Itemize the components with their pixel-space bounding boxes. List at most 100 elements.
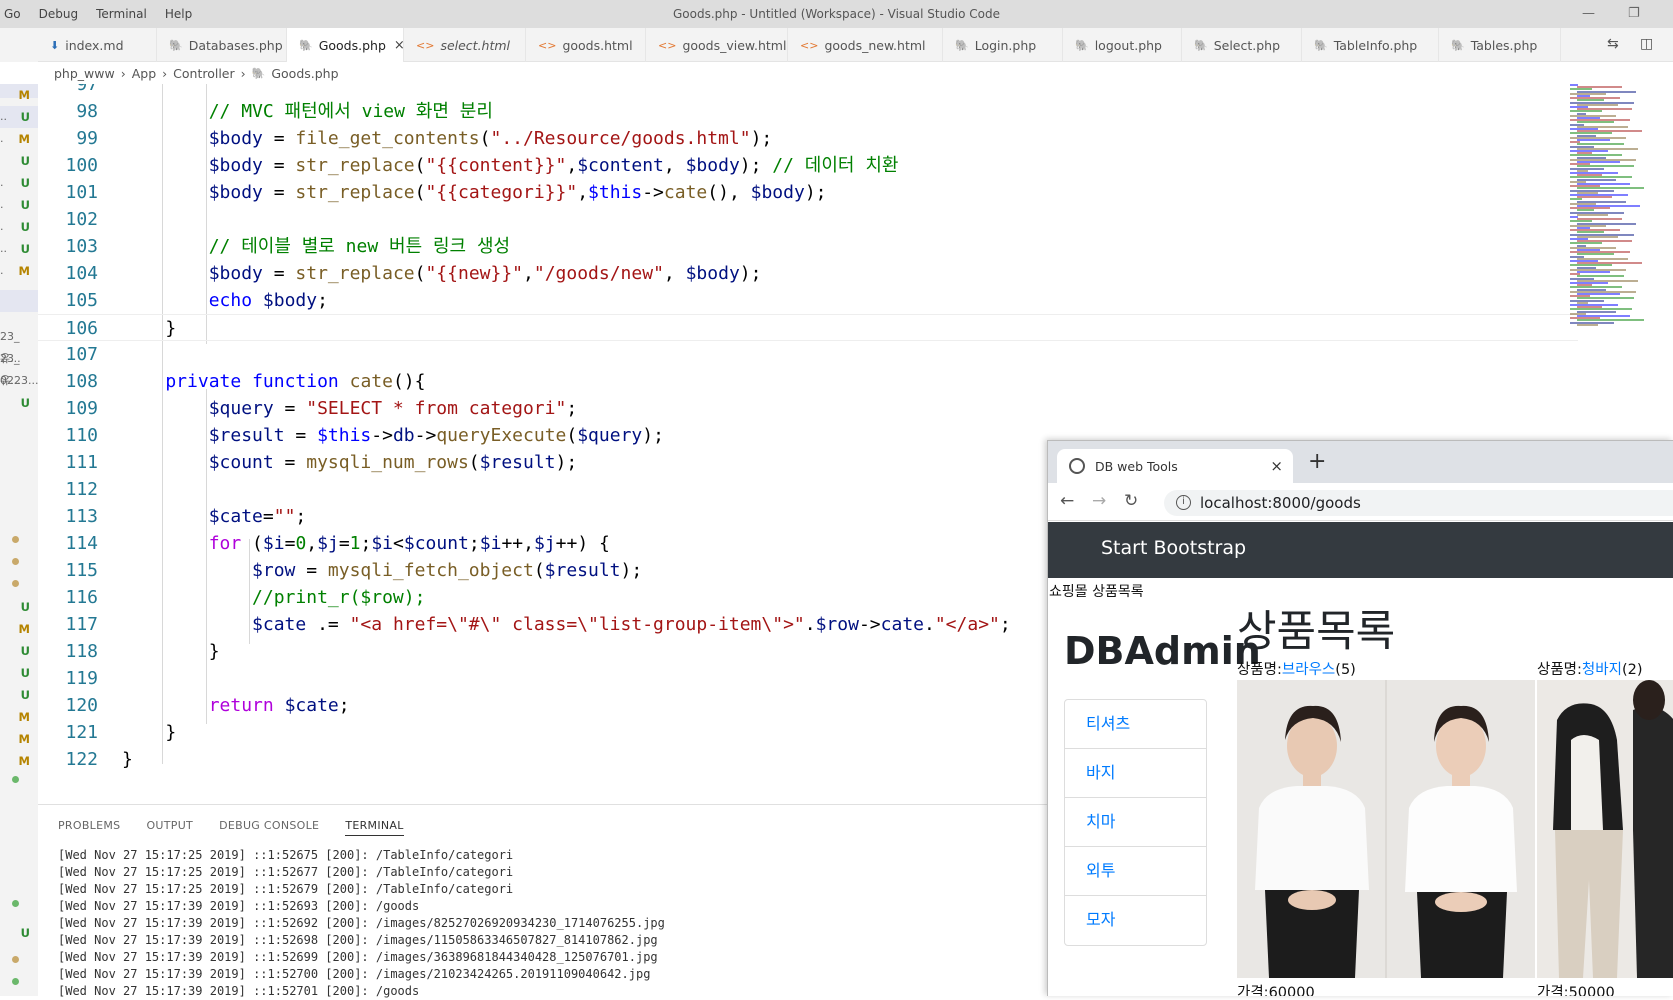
file-name-fragment: . [0,264,4,277]
explorer-file-row[interactable]: .. U [0,238,38,260]
line-number: 113 [65,506,98,527]
git-status-dot [12,956,19,963]
tab-output[interactable]: OUTPUT [146,819,193,836]
explorer-file-row[interactable]: U [0,596,38,618]
page-content: 쇼핑몰 상품목록 DBAdmin 티셔츠 바지 치마 외투 모자 상품목록 상품명:브라… [1048,578,1673,996]
file-name-fragment: .. [0,110,7,123]
category-list-item[interactable]: 치마 [1065,798,1206,847]
editor-tab[interactable]: <> goods_new.html [788,28,943,62]
restore-button[interactable]: ❐ [1628,6,1640,21]
close-tab-icon[interactable]: × [1270,457,1283,475]
product-image[interactable] [1237,680,1535,978]
git-status-badge: U [20,198,30,212]
explorer-file-row[interactable]: M [0,706,38,728]
explorer-file-row[interactable]: U [0,662,38,684]
minimize-button[interactable]: — [1582,6,1595,21]
forward-arrow-icon[interactable]: → [1092,491,1106,511]
back-arrow-icon[interactable]: ← [1060,491,1074,511]
explorer-file-row[interactable]: U [0,922,38,944]
code-line[interactable]: 102 [38,206,1578,233]
terminal-line: [Wed Nov 27 15:17:39 2019] ::1:52699 [20… [58,950,658,964]
explorer-file-row[interactable]: .. U [0,106,38,128]
breadcrumb-item[interactable]: Goods.php [271,66,338,81]
explorer-file-row[interactable]: U [0,640,38,662]
explorer-file-row[interactable]: 23_유... [0,326,38,365]
category-list-item[interactable]: 티셔츠 [1065,700,1206,749]
explorer-file-row[interactable] [0,282,38,304]
split-editor-icon[interactable]: ◫ [1640,36,1653,52]
category-list-item[interactable]: 외투 [1065,847,1206,896]
editor-tab[interactable]: 🐘 Databases.php [157,28,287,62]
editor-tab[interactable]: 🐘 TableInfo.php [1302,28,1439,62]
explorer-file-row[interactable]: M [0,618,38,640]
editor-tab[interactable]: 🐘 Tables.php [1439,28,1561,62]
product-image[interactable] [1537,680,1673,978]
code-line[interactable]: 100 $body = str_replace("{{content}}",$c… [38,152,1578,179]
code-line[interactable]: 109 $query = "SELECT * from categori"; [38,395,1578,422]
explorer-file-row[interactable]: M [0,728,38,750]
file-name-fragment: . [0,176,4,189]
product-link[interactable]: 청바지 [1582,662,1622,678]
code-line[interactable]: 104 $body = str_replace("{{new}}","/good… [38,260,1578,287]
code-line[interactable]: 105 echo $body; [38,287,1578,314]
editor-tab[interactable]: 🐘 logout.php [1063,28,1182,62]
explorer-file-row[interactable]: .M [0,128,38,150]
explorer-file-row[interactable]: .U [0,194,38,216]
tab-terminal[interactable]: TERMINAL [345,819,404,836]
explorer-file-row[interactable] [0,304,38,326]
terminal-line: [Wed Nov 27 15:17:39 2019] ::1:52701 [20… [58,984,420,998]
navbar-brand[interactable]: Start Bootstrap [1101,537,1246,559]
line-number: 109 [65,398,98,419]
new-tab-button[interactable]: + [1308,449,1326,474]
line-number: 103 [65,236,98,257]
editor-tab[interactable]: 🐘 Goods.php × [287,28,405,63]
tab-problems[interactable]: PROBLEMS [58,819,120,836]
editor-tab-label: Databases.php [188,37,283,53]
minimap[interactable] [1570,84,1668,334]
code-line[interactable]: 98 // MVC 패턴에서 view 화면 분리 [38,98,1578,125]
editor-tab[interactable]: ⬇ index.md [38,28,157,62]
breadcrumb-item[interactable]: App [132,66,156,81]
code-line[interactable]: 103 // 테이블 별로 new 버튼 링크 생성 [38,233,1578,260]
code-text: private function cate(){ [122,371,426,392]
terminal-output[interactable]: [Wed Nov 27 15:17:25 2019] ::1:52675 [20… [58,847,665,1000]
explorer-file-row[interactable]: 23_유... [0,348,38,387]
reload-icon[interactable]: ↻ [1124,491,1138,511]
explorer-file-row[interactable]: .U [0,172,38,194]
code-line[interactable]: 97 [38,84,1578,98]
explorer-file-row[interactable]: 0223... [0,370,38,392]
category-list-item[interactable]: 모자 [1065,896,1206,945]
code-line[interactable]: 107 [38,341,1578,368]
code-line[interactable]: 108 private function cate(){ [38,368,1578,395]
explorer-file-row[interactable]: U [0,392,38,414]
editor-tab[interactable]: 🐘 Login.php [943,28,1063,62]
line-number: 119 [65,668,98,689]
explorer-file-row[interactable]: M [0,750,38,772]
editor-tab[interactable]: <> select.html [404,28,526,62]
code-line[interactable]: 106 } [38,314,1578,341]
breadcrumb-item[interactable]: php_www [54,66,115,81]
tab-debug-console[interactable]: DEBUG CONSOLE [219,819,319,836]
line-number: 104 [65,263,98,284]
line-number: 101 [65,182,98,203]
code-line[interactable]: 101 $body = str_replace("{{categori}}",$… [38,179,1578,206]
editor-tab[interactable]: <> goods.html [526,28,646,62]
editor-tab[interactable]: <> goods_view.html [646,28,788,62]
explorer-file-row[interactable]: U [0,684,38,706]
php-file-icon: 🐘 [251,66,266,80]
address-bar[interactable]: i localhost:8000/goods [1164,490,1673,516]
browser-tab[interactable]: DB web Tools × [1057,449,1293,483]
file-name-fragment: .. [0,242,7,255]
explorer-file-row[interactable]: .M [0,260,38,282]
category-list-item[interactable]: 바지 [1065,749,1206,798]
explorer-file-row[interactable]: U [0,150,38,172]
breadcrumb-item[interactable]: Controller [173,66,235,81]
product-link[interactable]: 브라우스 [1282,662,1335,678]
info-icon[interactable]: i [1176,495,1191,510]
explorer-file-row[interactable]: .U [0,216,38,238]
compare-icon[interactable]: ⇆ [1607,36,1619,52]
editor-tab[interactable]: 🐘 Select.php [1182,28,1302,62]
explorer-file-row[interactable]: M [0,84,38,106]
code-line[interactable]: 99 $body = file_get_contents("../Resourc… [38,125,1578,152]
shop-title: 쇼핑몰 상품목록 [1049,584,1144,600]
